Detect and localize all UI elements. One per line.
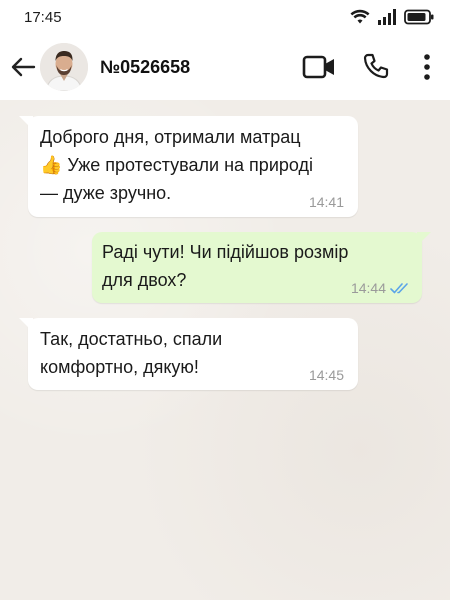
message-time: 14:44: [350, 280, 386, 296]
wifi-icon: [350, 9, 370, 24]
bubble-tail: [19, 116, 33, 130]
contact-avatar-image: [40, 43, 88, 91]
chat-area[interactable]: Доброго дня, отримали матрац 👍 Уже проте…: [0, 100, 450, 600]
contact-name[interactable]: №0526658: [100, 57, 190, 78]
status-icons: [350, 9, 434, 25]
status-time: 17:45: [24, 9, 62, 26]
message-bubble-incoming[interactable]: Так, достатньо, спали комфортно, дякую! …: [19, 318, 358, 390]
bubble-tail: [19, 318, 33, 332]
message-text: Доброго дня, отримали матрац 👍 Уже проте…: [40, 123, 313, 207]
signal-icon: [378, 9, 396, 25]
message-bubble-outgoing[interactable]: Раді чути! Чи підійшов розмір для двох? …: [92, 232, 431, 303]
status-bar: 17:45: [0, 0, 450, 34]
message-line: для двох?: [102, 270, 187, 290]
message-line: комфортно, дякую!: [40, 357, 199, 377]
battery-icon: [404, 9, 434, 25]
arrow-left-icon[interactable]: [10, 55, 36, 79]
more-vert-icon[interactable]: [418, 52, 436, 82]
bubble-tail: [417, 232, 431, 246]
message-bubble-incoming[interactable]: Доброго дня, отримали матрац 👍 Уже проте…: [19, 116, 358, 217]
message-time: 14:45: [308, 367, 344, 383]
phone-icon[interactable]: [362, 52, 390, 80]
video-call-icon[interactable]: [302, 54, 336, 80]
message-text: Так, достатньо, спали комфортно, дякую!: [40, 325, 222, 381]
message-line: Так, достатньо, спали: [40, 329, 223, 349]
chat-header: №0526658: [0, 34, 450, 100]
message-line: — дуже зручно.: [40, 183, 172, 203]
read-ticks-icon: [390, 283, 408, 294]
message-line: 👍 Уже протестували на природі: [40, 155, 313, 175]
message-line: Доброго дня, отримали матрац: [40, 127, 301, 147]
message-text: Раді чути! Чи підійшов розмір для двох?: [102, 238, 348, 294]
message-time: 14:41: [308, 194, 344, 210]
avatar[interactable]: [40, 43, 88, 91]
message-line: Раді чути! Чи підійшов розмір: [102, 242, 349, 262]
